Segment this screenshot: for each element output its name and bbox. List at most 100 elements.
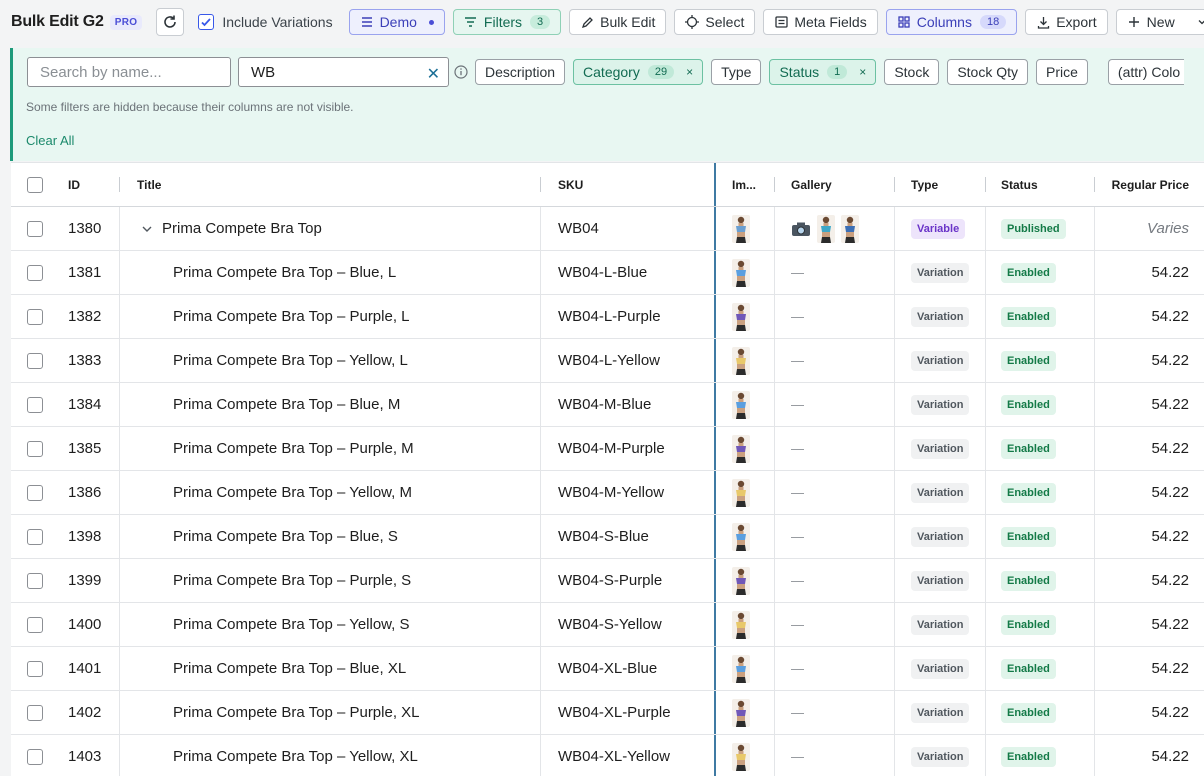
collapse-chevron-icon[interactable] <box>141 223 153 235</box>
row-regular-price[interactable]: 54.22 <box>1095 471 1189 514</box>
frozen-column-divider[interactable] <box>714 163 716 206</box>
row-select[interactable] <box>27 207 47 250</box>
table-row[interactable]: 1403 Prima Compete Bra Top – Yellow, XL … <box>11 735 1204 776</box>
remove-status-icon[interactable]: × <box>859 65 866 79</box>
chip-stock-qty[interactable]: Stock Qty <box>947 59 1029 85</box>
row-type[interactable]: Variation <box>911 559 991 602</box>
row-status[interactable]: Enabled <box>1001 647 1091 690</box>
columns-button[interactable]: Columns 18 <box>885 9 1018 35</box>
row-title[interactable]: Prima Compete Bra Top – Blue, L <box>137 264 396 281</box>
row-status[interactable]: Enabled <box>1001 735 1091 776</box>
row-sku[interactable]: WB04-S-Yellow <box>558 603 708 646</box>
row-regular-price[interactable]: 54.22 <box>1095 647 1189 690</box>
header-select-all[interactable] <box>27 163 47 206</box>
clear-all-link[interactable]: Clear All <box>26 133 74 148</box>
header-status[interactable]: Status <box>1001 163 1091 206</box>
row-title-cell[interactable]: Prima Compete Bra Top <box>137 207 537 250</box>
row-checkbox[interactable] <box>27 616 43 633</box>
row-type[interactable]: Variation <box>911 735 991 776</box>
row-regular-price[interactable]: 54.22 <box>1095 603 1189 646</box>
row-title-cell[interactable]: Prima Compete Bra Top – Purple, S <box>137 559 537 602</box>
table-row[interactable]: 1398 Prima Compete Bra Top – Blue, S WB0… <box>11 515 1204 559</box>
row-title[interactable]: Prima Compete Bra Top – Purple, S <box>137 572 411 589</box>
table-row[interactable]: 1399 Prima Compete Bra Top – Purple, S W… <box>11 559 1204 603</box>
row-title[interactable]: Prima Compete Bra Top – Yellow, S <box>137 616 410 633</box>
row-sku[interactable]: WB04-L-Purple <box>558 295 708 338</box>
row-title-cell[interactable]: Prima Compete Bra Top – Purple, M <box>137 427 537 470</box>
row-title[interactable]: Prima Compete Bra Top – Yellow, XL <box>137 748 418 765</box>
row-regular-price[interactable]: 54.22 <box>1095 691 1189 734</box>
name-search-input[interactable]: Search by name... <box>27 57 231 87</box>
row-select[interactable] <box>27 339 47 382</box>
row-status[interactable]: Enabled <box>1001 515 1091 558</box>
row-title-cell[interactable]: Prima Compete Bra Top – Yellow, S <box>137 603 537 646</box>
row-title[interactable]: Prima Compete Bra Top – Blue, XL <box>137 660 406 677</box>
header-gallery[interactable]: Gallery <box>791 163 891 206</box>
header-title[interactable]: Title <box>137 163 537 206</box>
chip-category[interactable]: Category 29 × <box>573 59 704 85</box>
row-sku[interactable]: WB04-XL-Blue <box>558 647 708 690</box>
row-status[interactable]: Published <box>1001 207 1091 250</box>
row-status[interactable]: Enabled <box>1001 471 1091 514</box>
row-status[interactable]: Enabled <box>1001 339 1091 382</box>
row-select[interactable] <box>27 427 47 470</box>
table-row[interactable]: 1400 Prima Compete Bra Top – Yellow, S W… <box>11 603 1204 647</box>
row-title[interactable]: Prima Compete Bra Top – Purple, XL <box>137 704 420 721</box>
row-type[interactable]: Variation <box>911 515 991 558</box>
row-title-cell[interactable]: Prima Compete Bra Top – Purple, XL <box>137 691 537 734</box>
row-gallery[interactable]: — <box>791 735 891 776</box>
row-sku[interactable]: WB04-XL-Yellow <box>558 735 708 776</box>
row-type[interactable]: Variation <box>911 339 991 382</box>
remove-category-icon[interactable]: × <box>686 65 693 79</box>
row-type[interactable]: Variation <box>911 383 991 426</box>
row-select[interactable] <box>27 515 47 558</box>
table-row[interactable]: 1402 Prima Compete Bra Top – Purple, XL … <box>11 691 1204 735</box>
clear-search-icon[interactable]: ✕ <box>427 64 440 84</box>
select-button[interactable]: Select <box>674 9 756 35</box>
row-status[interactable]: Enabled <box>1001 559 1091 602</box>
row-title-cell[interactable]: Prima Compete Bra Top – Yellow, L <box>137 339 537 382</box>
row-sku[interactable]: WB04-XL-Purple <box>558 691 708 734</box>
row-gallery[interactable]: — <box>791 251 891 294</box>
row-title-cell[interactable]: Prima Compete Bra Top – Blue, M <box>137 383 537 426</box>
row-select[interactable] <box>27 735 47 776</box>
export-button[interactable]: Export <box>1025 9 1108 35</box>
row-checkbox[interactable] <box>27 264 43 281</box>
row-type[interactable]: Variation <box>911 691 991 734</box>
meta-fields-button[interactable]: Meta Fields <box>763 9 878 35</box>
chip-attr-color[interactable]: (attr) Colo <box>1107 59 1185 85</box>
row-title-cell[interactable]: Prima Compete Bra Top – Yellow, M <box>137 471 537 514</box>
include-variations-toggle[interactable]: Include Variations <box>198 14 333 30</box>
table-row[interactable]: 1381 Prima Compete Bra Top – Blue, L WB0… <box>11 251 1204 295</box>
row-checkbox[interactable] <box>27 396 43 413</box>
row-sku[interactable]: WB04-S-Purple <box>558 559 708 602</box>
chip-description[interactable]: Description <box>475 59 566 85</box>
row-title-cell[interactable]: Prima Compete Bra Top – Blue, XL <box>137 647 537 690</box>
row-gallery[interactable] <box>791 207 891 250</box>
row-status[interactable]: Enabled <box>1001 603 1091 646</box>
demo-button[interactable]: Demo <box>348 9 445 35</box>
row-title[interactable]: Prima Compete Bra Top – Yellow, M <box>137 484 412 501</box>
row-type[interactable]: Variation <box>911 427 991 470</box>
chevron-down-icon[interactable] <box>1195 15 1204 29</box>
row-checkbox[interactable] <box>27 572 43 589</box>
row-type[interactable]: Variation <box>911 603 991 646</box>
row-title[interactable]: Prima Compete Bra Top <box>162 220 322 237</box>
gallery-images[interactable] <box>791 214 859 243</box>
row-select[interactable] <box>27 295 47 338</box>
row-sku[interactable]: WB04-S-Blue <box>558 515 708 558</box>
row-gallery[interactable]: — <box>791 427 891 470</box>
row-gallery[interactable]: — <box>791 691 891 734</box>
row-regular-price[interactable]: 54.22 <box>1095 515 1189 558</box>
row-sku[interactable]: WB04-M-Purple <box>558 427 708 470</box>
sku-search-input[interactable]: WB ✕ <box>238 57 449 87</box>
chip-type[interactable]: Type <box>711 59 762 85</box>
row-select[interactable] <box>27 251 47 294</box>
new-button[interactable]: New <box>1115 9 1204 35</box>
row-regular-price[interactable]: Varies <box>1095 207 1189 250</box>
row-select[interactable] <box>27 647 47 690</box>
table-row[interactable]: 1380 Prima Compete Bra Top WB04 Variable… <box>11 207 1204 251</box>
row-gallery[interactable]: — <box>791 471 891 514</box>
row-title[interactable]: Prima Compete Bra Top – Purple, L <box>137 308 410 325</box>
row-gallery[interactable]: — <box>791 515 891 558</box>
